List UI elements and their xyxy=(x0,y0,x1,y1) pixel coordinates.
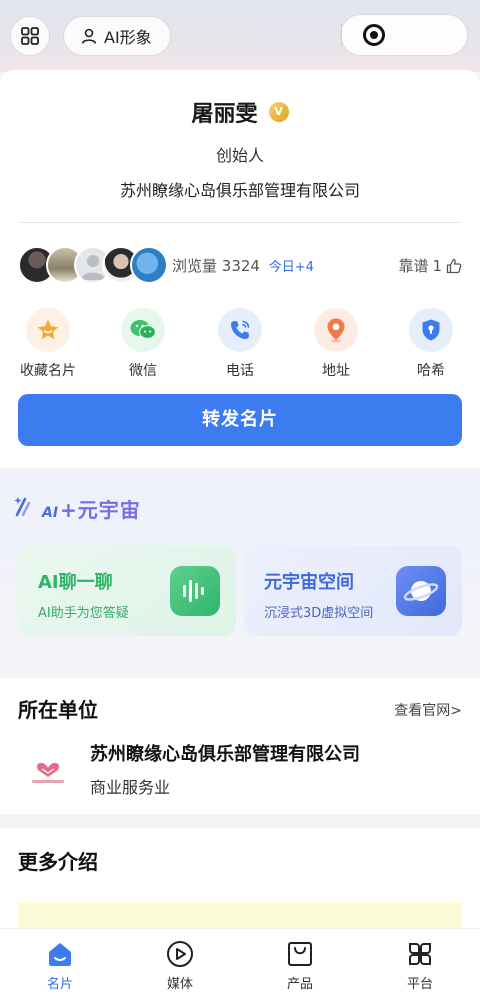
planet-icon xyxy=(396,566,446,616)
action-label: 地址 xyxy=(322,363,350,379)
action-wechat[interactable]: 微信 xyxy=(98,308,188,380)
bag-icon xyxy=(240,937,360,971)
metaverse-logo-text: +元宇宙 xyxy=(60,498,141,522)
tab-label: 产品 xyxy=(286,977,313,992)
ai-image-label: AI形象 xyxy=(104,28,152,47)
grid-icon xyxy=(360,937,480,971)
tab-label: 平台 xyxy=(406,977,433,992)
ai-chat-title: AI聊一聊 xyxy=(38,572,113,593)
ai-chat-subtitle: AI助手为您答疑 xyxy=(38,606,129,621)
action-save-card[interactable]: 收藏名片 xyxy=(3,308,93,380)
wechat-icon xyxy=(121,308,165,352)
more-intro-heading: 更多介绍 xyxy=(18,850,98,874)
miniprogram-capsule xyxy=(340,14,468,883)
company-section-heading: 所在单位 xyxy=(18,698,98,722)
profile-title: 创始人 xyxy=(215,146,264,165)
ai-metaverse-section: AI +元宇宙 AI聊一聊 AI助手为您答疑 元宇宙空间 沉浸式3D虚拟空间 xyxy=(0,476,480,662)
metaverse-space-subtitle: 沉浸式3D虚拟空间 xyxy=(264,606,374,621)
action-phone[interactable]: 电话 xyxy=(195,308,285,380)
action-label: 哈希 xyxy=(417,363,445,379)
tab-media[interactable]: 媒体 xyxy=(120,937,240,992)
voice-chat-icon xyxy=(170,566,220,616)
top-bar: AI形象 xyxy=(0,0,480,883)
phone-icon xyxy=(218,308,262,352)
verified-badge-icon: V xyxy=(268,102,289,122)
tab-platform[interactable]: 平台 xyxy=(360,937,480,992)
views-count: 浏览量 3324 今日+4 xyxy=(172,257,314,275)
grid-icon xyxy=(21,27,39,45)
metaverse-space-card[interactable]: 元宇宙空间 沉浸式3D虚拟空间 xyxy=(244,546,462,636)
tab-label: 名片 xyxy=(46,977,73,992)
action-row: 收藏名片 微信 电话 地址 哈希 xyxy=(0,308,480,380)
shield-icon xyxy=(409,308,453,352)
today-views: 今日+4 xyxy=(268,260,314,275)
tab-card[interactable]: 名片 xyxy=(0,937,120,992)
divider xyxy=(18,222,462,223)
view-website-link[interactable]: 查看官网> xyxy=(394,700,462,720)
ai-metaverse-logo: AI +元宇宙 xyxy=(14,494,141,523)
thumbs-up-icon xyxy=(446,258,462,273)
profile-company: 苏州瞭缘心岛俱乐部管理有限公司 xyxy=(119,181,360,200)
ai-chat-card[interactable]: AI聊一聊 AI助手为您答疑 xyxy=(18,546,236,636)
star-icon xyxy=(26,308,70,352)
name-row: 屠丽雯 V xyxy=(0,96,480,128)
tab-label: 媒体 xyxy=(166,977,193,992)
company-name[interactable]: 苏州瞭缘心岛俱乐部管理有限公司 xyxy=(90,740,360,766)
more-intro-section: 更多介绍 xyxy=(0,828,480,938)
action-label: 收藏名片 xyxy=(20,363,76,379)
close-miniprogram-button[interactable] xyxy=(342,15,405,55)
company-industry: 商业服务业 xyxy=(90,778,171,797)
like-button[interactable]: 靠谱 1 xyxy=(398,255,462,276)
profile-name: 屠丽雯 xyxy=(191,102,258,127)
visitor-avatar xyxy=(130,246,168,284)
company-section: 所在单位 查看官网> 苏州瞭缘心岛俱乐部管理有限公司 商业服务业 xyxy=(0,678,480,814)
action-label: 微信 xyxy=(129,363,157,379)
play-icon xyxy=(120,937,240,971)
target-icon xyxy=(362,24,385,46)
ai-logo-text: AI xyxy=(42,505,59,521)
ai-image-button[interactable]: AI形象 xyxy=(63,16,171,56)
menu-grid-button[interactable] xyxy=(10,16,50,56)
company-logo xyxy=(20,750,76,792)
bottom-tab-bar: 名片 媒体 产品 平台 xyxy=(0,928,480,998)
profile-card: 屠丽雯 V 创始人 苏州瞭缘心岛俱乐部管理有限公司 浏览量 3324 今日+4 … xyxy=(0,70,480,468)
metaverse-space-title: 元宇宙空间 xyxy=(264,572,354,593)
tab-products[interactable]: 产品 xyxy=(240,937,360,992)
sparkle-icon xyxy=(14,497,31,517)
action-hash[interactable]: 哈希 xyxy=(386,308,476,380)
action-label: 电话 xyxy=(226,363,254,379)
action-address[interactable]: 地址 xyxy=(291,308,381,380)
location-icon xyxy=(314,308,358,352)
user-icon xyxy=(81,28,97,44)
visitor-row[interactable]: 浏览量 3324 今日+4 靠谱 1 xyxy=(18,246,462,284)
forward-card-button[interactable]: 转发名片 xyxy=(18,394,462,446)
home-icon xyxy=(0,937,120,971)
